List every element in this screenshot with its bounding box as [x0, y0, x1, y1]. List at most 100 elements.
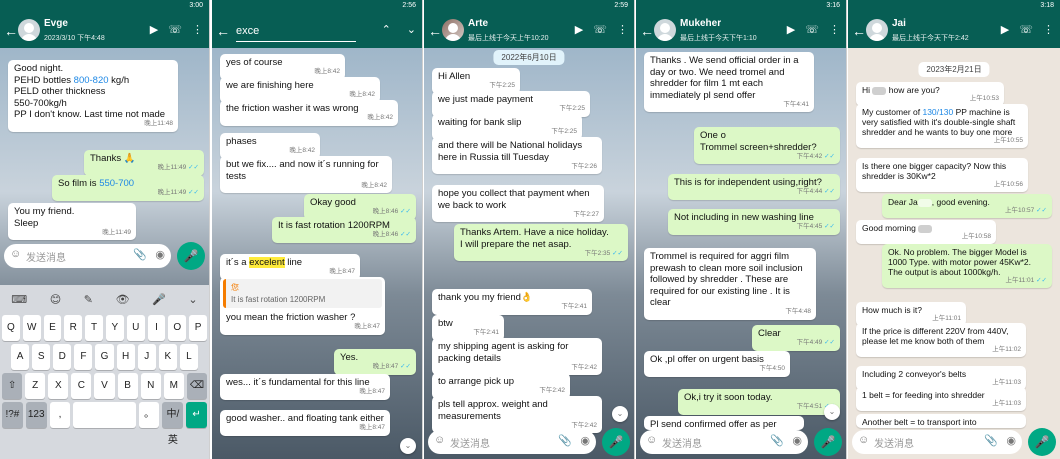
quoted-message[interactable]: 您 It is fast rotation 1200RPM — [223, 279, 382, 308]
contact-name[interactable]: Jai — [892, 18, 906, 29]
more-icon[interactable]: ⋮ — [829, 23, 840, 36]
message-in[interactable]: my shipping agent is asking for packing … — [432, 338, 602, 375]
message-out[interactable]: Clear 下午4:49 — [752, 325, 840, 351]
attach-icon[interactable]: 📎 — [558, 434, 572, 447]
key[interactable]: E — [43, 315, 62, 341]
numbers-key[interactable]: 123 — [25, 402, 47, 428]
message-in[interactable]: Good night. PEHD bottles 800-820 kg/h PE… — [8, 60, 178, 132]
key[interactable]: C — [71, 373, 92, 399]
more-icon[interactable]: ⋮ — [192, 23, 203, 36]
collapse-icon[interactable]: ⌄ — [188, 293, 197, 306]
enter-key[interactable]: ↵ — [186, 402, 208, 428]
message-in[interactable]: If the price is different 220V from 440V… — [856, 323, 1026, 357]
message-input[interactable]: ☺ 发送消息 📎 ◉ — [4, 244, 171, 268]
keyboard-icon[interactable]: ⌨ — [11, 293, 27, 306]
voice-icon[interactable]: 🎤 — [152, 293, 166, 306]
message-in[interactable]: hope you collect that payment when we ba… — [432, 185, 604, 222]
message-in[interactable]: phases 晚上8:42 — [220, 133, 320, 159]
key[interactable]: Z — [25, 373, 46, 399]
message-in[interactable]: to arrange pick up 下午2:42 — [432, 373, 570, 399]
message-in[interactable]: Thanks . We send official order in a day… — [644, 52, 814, 112]
message-in[interactable]: Hi how are you? 上午10:53 — [856, 82, 1004, 106]
key[interactable]: A — [11, 344, 30, 370]
message-out[interactable]: Ok. No problem. The bigger Model is 1000… — [882, 244, 1052, 288]
message-in[interactable]: good washer.. and floating tank either 晚上… — [220, 410, 390, 436]
avatar[interactable] — [866, 19, 888, 41]
mic-button[interactable]: 🎤 — [814, 428, 842, 456]
language-key[interactable]: 中/英 — [162, 402, 184, 446]
view-icon[interactable]: 👁 — [116, 293, 130, 306]
video-call-icon[interactable]: ▶ — [575, 23, 583, 36]
message-out[interactable]: One o Trommel screen+shredder? 下午4:42 — [694, 127, 840, 164]
camera-icon[interactable]: ◉ — [792, 434, 802, 447]
phone-icon[interactable]: ☏ — [593, 23, 607, 36]
avatar[interactable] — [442, 19, 464, 41]
message-out[interactable]: So film is 550-700 晚上11:49 — [52, 175, 204, 201]
video-call-icon[interactable]: ▶ — [787, 23, 795, 36]
message-in[interactable]: btw 下午2:41 — [432, 315, 504, 341]
back-arrow-icon[interactable]: ← — [428, 21, 442, 41]
key[interactable]: D — [53, 344, 72, 370]
symbols-key[interactable]: !?# — [2, 402, 23, 428]
key[interactable]: N — [140, 373, 161, 399]
key[interactable]: G — [95, 344, 114, 370]
message-in[interactable]: we are finishing here 晚上8:42 — [220, 77, 380, 103]
video-call-icon[interactable]: ▶ — [150, 23, 158, 36]
emoji-icon[interactable]: ☺ — [646, 434, 657, 446]
key[interactable]: J — [137, 344, 156, 370]
emoji-icon[interactable]: ☺ — [434, 434, 445, 446]
key[interactable]: F — [74, 344, 93, 370]
scroll-down-button[interactable]: ⌄ — [612, 406, 628, 422]
message-in-reply[interactable]: 您 It is fast rotation 1200RPM you mean th… — [220, 277, 385, 335]
message-in-partial[interactable]: Another belt = to transport into — [856, 414, 1026, 428]
key[interactable]: S — [32, 344, 51, 370]
message-in-partial[interactable]: Pl send confirmed offer as per — [644, 416, 804, 430]
emoji-icon[interactable]: ☺ — [10, 248, 21, 260]
contact-name[interactable]: Evge — [44, 18, 68, 29]
avatar[interactable] — [654, 19, 676, 41]
message-in[interactable]: the friction washer it was wrong 晚上8:42 — [220, 100, 398, 126]
search-input[interactable]: exce — [236, 20, 356, 42]
contact-name[interactable]: Mukeher — [680, 18, 721, 29]
phone-icon[interactable]: ☏ — [1019, 23, 1033, 36]
emoji-icon[interactable]: 😊 — [50, 293, 61, 306]
shift-key[interactable]: ⇧ — [2, 373, 23, 399]
key[interactable]: U — [126, 315, 145, 341]
message-in[interactable]: My customer of 130/130 PP machine is ver… — [856, 104, 1028, 148]
message-out[interactable]: Okay good 晚上8:46 — [304, 194, 416, 220]
attach-icon[interactable]: 📎 — [770, 434, 784, 447]
message-out[interactable]: Thanks Artem. Have a nice holiday. I wil… — [454, 224, 628, 261]
period-key[interactable]: 。 — [138, 402, 160, 428]
message-in[interactable]: wes... it´s fundamental for this line 晚上8… — [220, 374, 390, 400]
message-in[interactable]: 1 belt = for feeding into shredder 上午11:0… — [856, 387, 1026, 411]
message-in[interactable]: Ok ,pl offer on urgent basis 下午4:50 — [644, 351, 790, 377]
key[interactable]: B — [117, 373, 138, 399]
message-in[interactable]: pls tell approx. weight and measurements… — [432, 396, 602, 433]
key[interactable]: P — [189, 315, 207, 341]
key[interactable]: L — [179, 344, 198, 370]
key[interactable]: W — [22, 315, 41, 341]
key[interactable]: T — [85, 315, 103, 341]
scroll-down-button[interactable]: ⌄ — [824, 404, 840, 420]
message-input[interactable]: ☺ 发送消息 📎 ◉ — [428, 430, 596, 454]
message-in[interactable]: Trommel is required for aggri film prewa… — [644, 248, 816, 320]
message-in[interactable]: waiting for bank slip 下午2:25 — [432, 114, 582, 140]
key[interactable]: I — [147, 315, 166, 341]
message-in[interactable]: thank you my friend👌 下午2:41 — [432, 289, 592, 315]
key[interactable]: X — [48, 373, 69, 399]
message-in[interactable]: Is there one bigger capacity? Now this s… — [856, 158, 1028, 192]
chevron-down-icon[interactable]: ⌄ — [407, 23, 416, 36]
backspace-key[interactable]: ⌫ — [186, 373, 207, 399]
key[interactable]: O — [168, 315, 187, 341]
key[interactable]: Y — [105, 315, 124, 341]
message-in[interactable]: it´s a excelent line 晚上8:47 — [220, 254, 360, 280]
phone-icon[interactable]: ☏ — [805, 23, 819, 36]
space-key[interactable] — [73, 402, 136, 428]
message-out[interactable]: It is fast rotation 1200RPM 晚上8:46 — [272, 217, 416, 243]
key[interactable]: R — [64, 315, 83, 341]
avatar[interactable] — [18, 19, 40, 41]
back-arrow-icon[interactable]: ← — [852, 21, 866, 41]
back-arrow-icon[interactable]: ← — [216, 21, 230, 41]
message-out[interactable]: Thanks 🙏 晚上11:49 — [84, 150, 204, 176]
message-in[interactable]: but we fix.... and now it´s running for … — [220, 156, 392, 193]
